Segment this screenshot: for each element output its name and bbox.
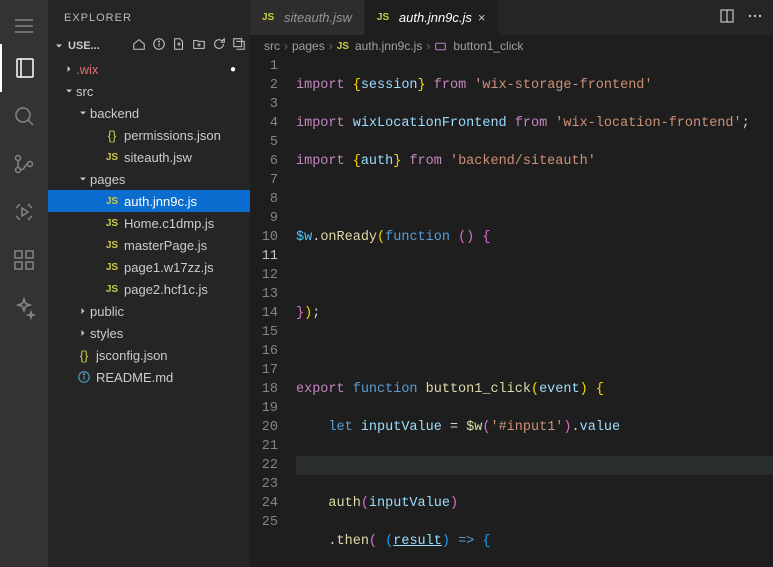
tree-file-home[interactable]: JSHome.c1dmp.js bbox=[48, 212, 250, 234]
breadcrumb[interactable]: src › pages › JS auth.jnn9c.js › button1_cli… bbox=[250, 35, 773, 57]
breadcrumb-item[interactable]: auth.jnn9c.js bbox=[355, 39, 422, 53]
tree-folder-styles[interactable]: styles bbox=[48, 322, 250, 344]
breadcrumb-item[interactable]: button1_click bbox=[453, 39, 523, 53]
source-control-icon[interactable] bbox=[0, 140, 48, 188]
json-icon: {} bbox=[76, 348, 92, 363]
tree-file-page1[interactable]: JSpage1.w17zz.js bbox=[48, 256, 250, 278]
chevron-down-icon bbox=[76, 173, 90, 185]
js-icon: JS bbox=[104, 262, 120, 273]
tree-folder-wix[interactable]: .wix● bbox=[48, 58, 250, 80]
js-icon: JS bbox=[262, 12, 278, 23]
tree-file-readme[interactable]: README.md bbox=[48, 366, 250, 388]
section-label: USE... bbox=[68, 40, 130, 52]
tree-file-permissions[interactable]: {}permissions.json bbox=[48, 124, 250, 146]
code-editor[interactable]: 1234567891011121314151617181920212223242… bbox=[250, 57, 773, 567]
tree-file-master[interactable]: JSmasterPage.js bbox=[48, 234, 250, 256]
json-icon: {} bbox=[104, 128, 120, 143]
sparkle-icon[interactable] bbox=[0, 284, 48, 332]
tree-folder-public[interactable]: public bbox=[48, 300, 250, 322]
js-icon: JS bbox=[104, 240, 120, 251]
file-tree: .wix● src backend {}permissions.json JSs… bbox=[48, 56, 250, 567]
method-icon bbox=[434, 40, 447, 53]
debug-icon[interactable] bbox=[0, 188, 48, 236]
info-icon[interactable] bbox=[152, 37, 166, 54]
explorer-icon[interactable] bbox=[0, 44, 48, 92]
js-icon: JS bbox=[337, 41, 349, 52]
chevron-right-icon: › bbox=[329, 39, 333, 53]
chevron-down-icon bbox=[52, 40, 66, 52]
chevron-right-icon bbox=[62, 63, 76, 75]
js-icon: JS bbox=[104, 152, 120, 163]
tree-file-auth[interactable]: JSauth.jnn9c.js bbox=[48, 190, 250, 212]
home-icon[interactable] bbox=[132, 37, 146, 54]
chevron-down-icon bbox=[76, 107, 90, 119]
split-editor-icon[interactable] bbox=[719, 8, 735, 27]
more-icon[interactable] bbox=[747, 8, 763, 27]
tree-folder-pages[interactable]: pages bbox=[48, 168, 250, 190]
close-icon[interactable]: × bbox=[478, 10, 486, 25]
search-icon[interactable] bbox=[0, 92, 48, 140]
modified-dot-icon: ● bbox=[230, 64, 242, 75]
info-file-icon bbox=[76, 370, 92, 384]
tree-folder-backend[interactable]: backend bbox=[48, 102, 250, 124]
menu-icon[interactable] bbox=[0, 8, 48, 44]
tab-label: auth.jnn9c.js bbox=[399, 10, 472, 25]
tab-bar: JS siteauth.jsw JS auth.jnn9c.js × bbox=[250, 0, 773, 35]
extensions-icon[interactable] bbox=[0, 236, 48, 284]
js-icon: JS bbox=[104, 218, 120, 229]
new-file-icon[interactable] bbox=[172, 37, 186, 54]
refresh-icon[interactable] bbox=[212, 37, 226, 54]
chevron-right-icon: › bbox=[426, 39, 430, 53]
chevron-right-icon bbox=[76, 305, 90, 317]
js-icon: JS bbox=[104, 196, 120, 207]
tree-file-page2[interactable]: JSpage2.hcf1c.js bbox=[48, 278, 250, 300]
sidebar-title: EXPLORER bbox=[48, 0, 250, 35]
breadcrumb-item[interactable]: pages bbox=[292, 39, 325, 53]
new-folder-icon[interactable] bbox=[192, 37, 206, 54]
breadcrumb-item[interactable]: src bbox=[264, 39, 280, 53]
chevron-right-icon bbox=[76, 327, 90, 339]
chevron-right-icon: › bbox=[284, 39, 288, 53]
tab-label: siteauth.jsw bbox=[284, 10, 352, 25]
tree-file-jsconfig[interactable]: {}jsconfig.json bbox=[48, 344, 250, 366]
tree-folder-src[interactable]: src bbox=[48, 80, 250, 102]
js-icon: JS bbox=[104, 284, 120, 295]
tab-siteauth[interactable]: JS siteauth.jsw bbox=[250, 0, 365, 35]
section-header[interactable]: USE... bbox=[48, 35, 250, 56]
line-gutter: 1234567891011121314151617181920212223242… bbox=[250, 57, 296, 567]
tree-file-siteauth[interactable]: JSsiteauth.jsw bbox=[48, 146, 250, 168]
collapse-icon[interactable] bbox=[232, 37, 246, 54]
code-content[interactable]: import {session} from 'wix-storage-front… bbox=[296, 57, 773, 567]
tab-auth[interactable]: JS auth.jnn9c.js × bbox=[365, 0, 499, 35]
js-icon: JS bbox=[377, 12, 393, 23]
chevron-down-icon bbox=[62, 85, 76, 97]
